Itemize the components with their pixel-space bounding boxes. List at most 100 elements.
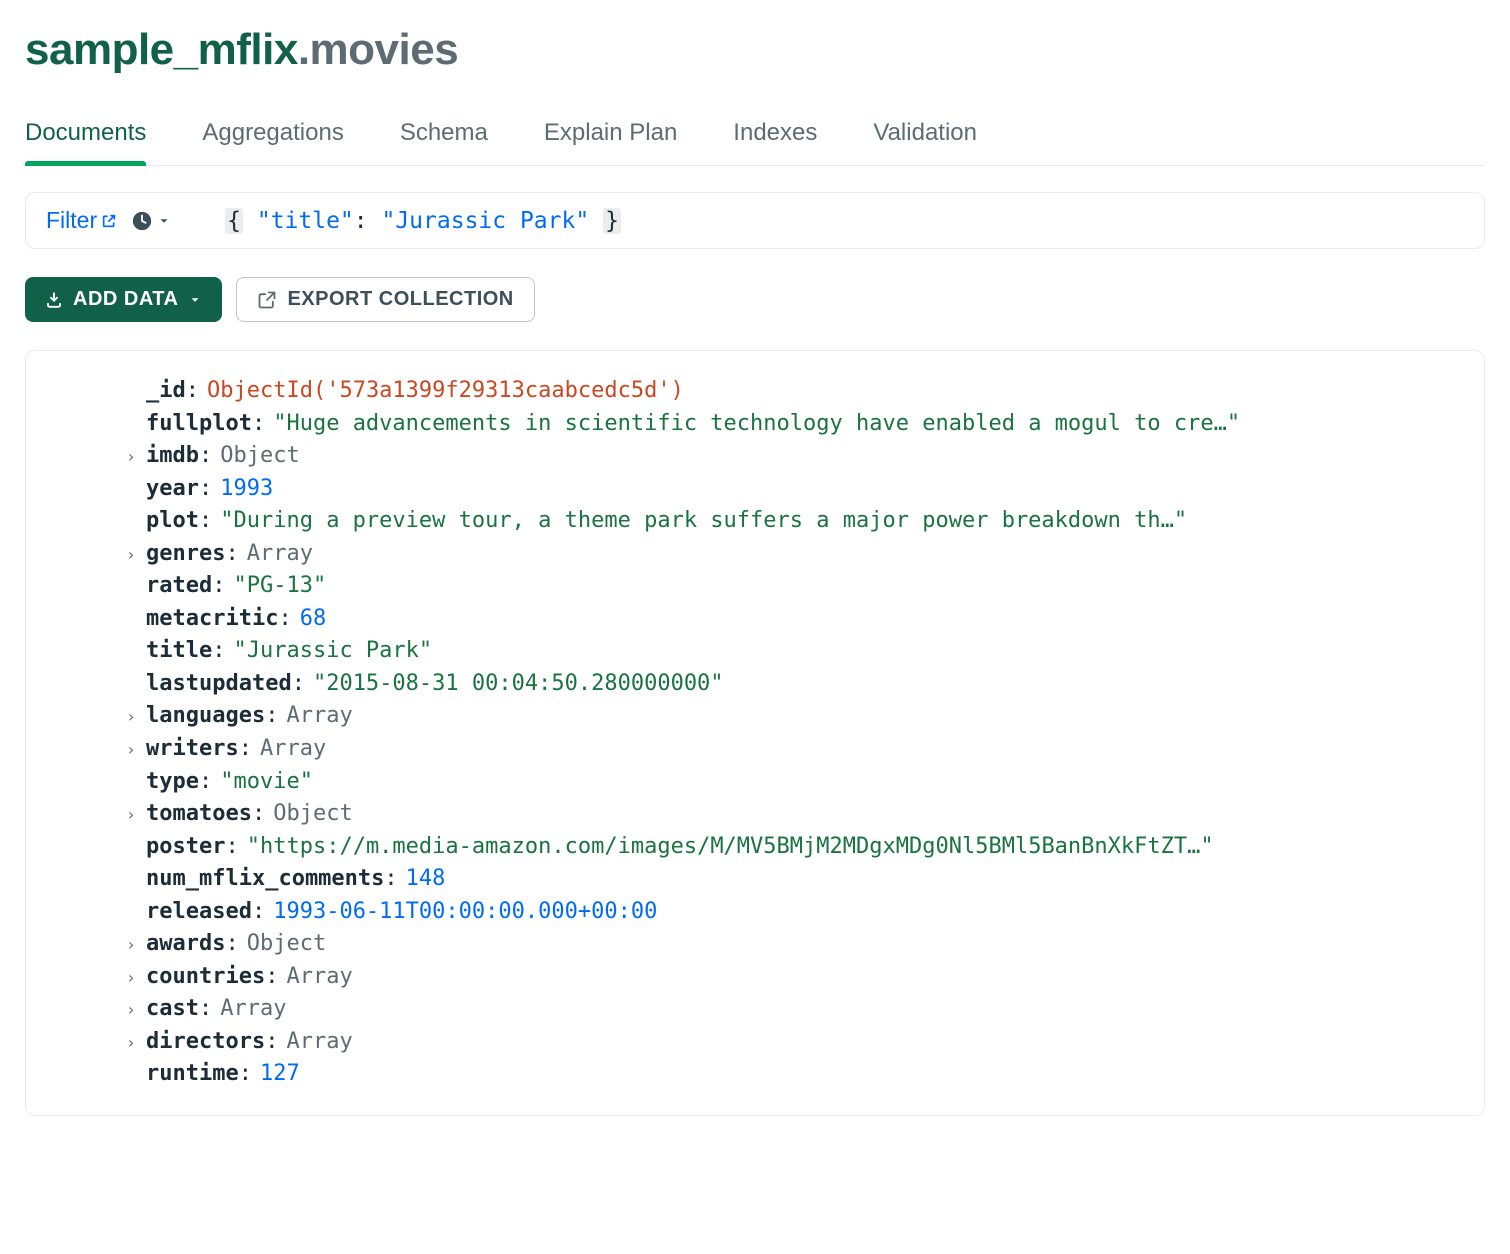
field-key: title: [146, 635, 212, 668]
field-row: title: "Jurassic Park": [50, 635, 1460, 668]
open-brace: {: [225, 208, 243, 234]
field-row: lastupdated: "2015-08-31 00:04:50.280000…: [50, 668, 1460, 701]
field-key: num_mflix_comments: [146, 863, 384, 896]
field-key: _id: [146, 375, 186, 408]
field-row: _id: ObjectId('573a1399f29313caabcedc5d'…: [50, 375, 1460, 408]
field-row: num_mflix_comments: 148: [50, 863, 1460, 896]
expand-toggle[interactable]: ›: [122, 543, 140, 567]
field-key: released: [146, 896, 252, 929]
field-key: imdb: [146, 440, 199, 473]
field-key: plot: [146, 505, 199, 538]
field-key: year: [146, 473, 199, 506]
query-value: "Jurassic Park": [381, 208, 589, 234]
add-data-label: ADD DATA: [73, 288, 178, 311]
field-key: tomatoes: [146, 798, 252, 831]
field-row: runtime: 127: [50, 1058, 1460, 1091]
field-row: ›cast: Array: [50, 993, 1460, 1026]
field-row: ›directors: Array: [50, 1026, 1460, 1059]
caret-down-icon: [188, 293, 202, 307]
field-key: type: [146, 766, 199, 799]
export-collection-label: EXPORT COLLECTION: [287, 288, 513, 311]
field-row: ›tomatoes: Object: [50, 798, 1460, 831]
expand-toggle[interactable]: ›: [122, 738, 140, 762]
field-row: released: 1993-06-11T00:00:00.000+00:00: [50, 896, 1460, 929]
field-key: metacritic: [146, 603, 278, 636]
field-key: genres: [146, 538, 225, 571]
export-icon: [257, 290, 277, 310]
tab-explain-plan[interactable]: Explain Plan: [544, 111, 677, 165]
tab-indexes[interactable]: Indexes: [733, 111, 817, 165]
field-row: plot: "During a preview tour, a theme pa…: [50, 505, 1460, 538]
field-key: countries: [146, 961, 265, 994]
filter-query-input[interactable]: { "title": "Jurassic Park" }: [225, 208, 621, 234]
expand-toggle[interactable]: ›: [122, 705, 140, 729]
field-value: 1993: [220, 473, 273, 506]
clock-icon: [131, 210, 153, 232]
field-row: poster: "https://m.media-amazon.com/imag…: [50, 831, 1460, 864]
field-row: rated: "PG-13": [50, 570, 1460, 603]
field-row: year: 1993: [50, 473, 1460, 506]
add-data-button[interactable]: ADD DATA: [25, 277, 222, 322]
field-value: "https://m.media-amazon.com/images/M/MV5…: [247, 831, 1214, 864]
field-key: awards: [146, 928, 225, 961]
field-key: poster: [146, 831, 225, 864]
tab-schema[interactable]: Schema: [400, 111, 488, 165]
field-row: ›writers: Array: [50, 733, 1460, 766]
field-key: cast: [146, 993, 199, 1026]
tabs-bar: Documents Aggregations Schema Explain Plan I…: [25, 111, 1485, 166]
expand-toggle[interactable]: ›: [122, 966, 140, 990]
export-collection-button[interactable]: EXPORT COLLECTION: [236, 277, 534, 322]
field-row: ›languages: Array: [50, 700, 1460, 733]
collection-title: sample_mflix.movies: [25, 25, 1485, 75]
tab-validation[interactable]: Validation: [873, 111, 977, 165]
field-value: "Jurassic Park": [233, 635, 432, 668]
field-key: directors: [146, 1026, 265, 1059]
filter-label-text: Filter: [46, 207, 97, 234]
field-row: ›countries: Array: [50, 961, 1460, 994]
field-key: fullplot: [146, 408, 252, 441]
query-key: "title": [257, 208, 354, 234]
field-row: ›awards: Object: [50, 928, 1460, 961]
filter-label[interactable]: Filter: [46, 207, 117, 234]
expand-toggle[interactable]: ›: [122, 933, 140, 957]
field-value: 148: [406, 863, 446, 896]
caret-down-icon: [157, 214, 171, 228]
tab-documents[interactable]: Documents: [25, 111, 146, 165]
field-value: 127: [260, 1058, 300, 1091]
expand-toggle[interactable]: ›: [122, 445, 140, 469]
field-value: Array: [286, 961, 352, 994]
field-row: ›genres: Array: [50, 538, 1460, 571]
field-value: Array: [286, 1026, 352, 1059]
field-row: fullplot: "Huge advancements in scientif…: [50, 408, 1460, 441]
external-link-icon: [101, 213, 117, 229]
field-value: "PG-13": [233, 570, 326, 603]
field-value: Array: [286, 700, 352, 733]
collection-name: .movies: [298, 25, 458, 74]
field-key: runtime: [146, 1058, 239, 1091]
expand-toggle[interactable]: ›: [122, 803, 140, 827]
field-key: writers: [146, 733, 239, 766]
field-row: metacritic: 68: [50, 603, 1460, 636]
history-dropdown[interactable]: [131, 210, 171, 232]
field-value: Array: [247, 538, 313, 571]
filter-bar: Filter { "title": "Jurassic Park" }: [25, 192, 1485, 249]
field-value: "Huge advancements in scientific technol…: [273, 408, 1240, 441]
field-key: lastupdated: [146, 668, 292, 701]
field-value: "movie": [220, 766, 313, 799]
expand-toggle[interactable]: ›: [122, 1031, 140, 1055]
field-value: "During a preview tour, a theme park suf…: [220, 505, 1187, 538]
database-name: sample_mflix: [25, 25, 298, 74]
field-value: Object: [220, 440, 299, 473]
field-value: Array: [260, 733, 326, 766]
field-value: 68: [300, 603, 327, 636]
field-value: Object: [247, 928, 326, 961]
field-value: Array: [220, 993, 286, 1026]
field-key: languages: [146, 700, 265, 733]
field-value: Object: [273, 798, 352, 831]
document-card: _id: ObjectId('573a1399f29313caabcedc5d'…: [25, 350, 1485, 1116]
tab-aggregations[interactable]: Aggregations: [202, 111, 343, 165]
download-icon: [45, 291, 63, 309]
field-value: "2015-08-31 00:04:50.280000000": [313, 668, 724, 701]
field-value: ObjectId('573a1399f29313caabcedc5d'): [207, 375, 684, 408]
expand-toggle[interactable]: ›: [122, 998, 140, 1022]
